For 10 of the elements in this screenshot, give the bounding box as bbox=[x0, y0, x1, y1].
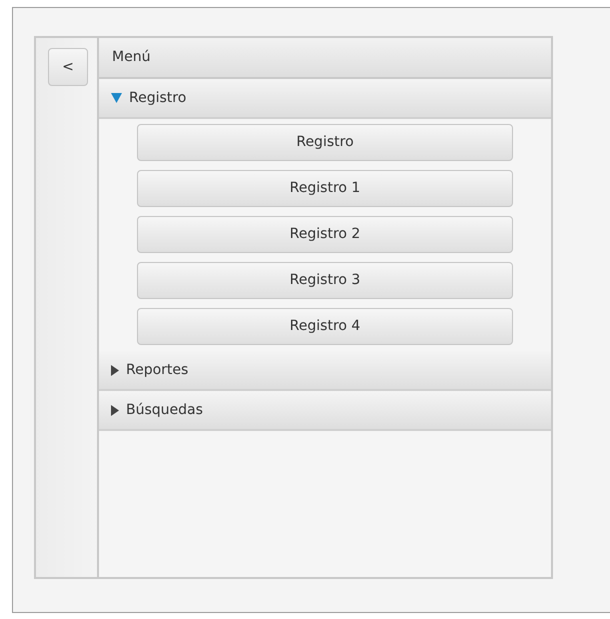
collapsed-triangle-icon bbox=[111, 364, 119, 376]
collapse-button[interactable]: < bbox=[48, 48, 88, 86]
menu-header: Menú bbox=[99, 38, 551, 79]
menu-button[interactable]: Registro 2 bbox=[137, 216, 513, 253]
menu-button[interactable]: Registro bbox=[137, 124, 513, 161]
menu-button[interactable]: Registro 3 bbox=[137, 262, 513, 299]
menu-button[interactable]: Registro 4 bbox=[137, 308, 513, 345]
menu-button[interactable]: Registro 1 bbox=[137, 170, 513, 207]
collapsed-triangle-icon bbox=[111, 404, 119, 416]
expanded-triangle-icon bbox=[111, 93, 122, 103]
